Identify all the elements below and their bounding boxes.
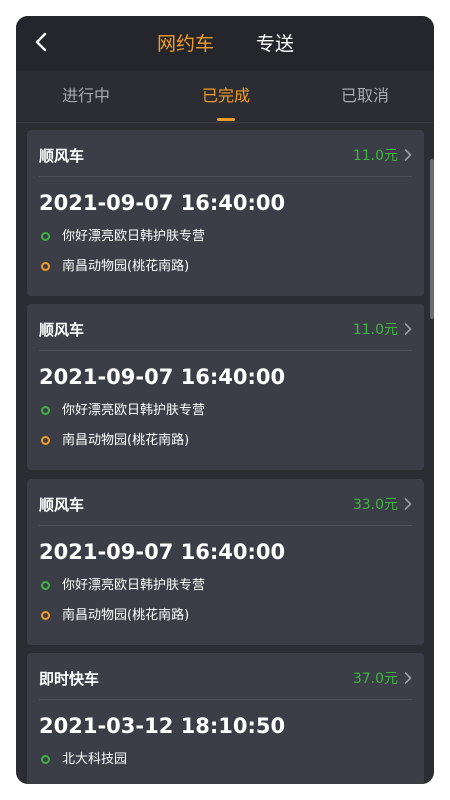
order-time: 2021-09-07 16:40:00	[39, 540, 286, 564]
card-divider	[39, 350, 412, 351]
top-bar: 网约车 专送	[16, 16, 434, 71]
order-start-point: 北大科技园	[41, 751, 127, 769]
start-point-text: 你好漂亮欧日韩护肤专营	[62, 578, 206, 593]
end-point-text: 南昌动物园(桃花南路)	[62, 433, 190, 448]
order-type: 顺风车	[39, 496, 85, 514]
order-price: 11.0元	[352, 148, 398, 164]
order-list[interactable]: 顺风车 11.0元 2021-09-07 16:40:00 你好漂亮欧日韩护肤专…	[16, 123, 434, 784]
order-card[interactable]: 顺风车 33.0元 2021-09-07 16:40:00 你好漂亮欧日韩护肤专…	[27, 479, 424, 645]
order-start-point: 你好漂亮欧日韩护肤专营	[41, 577, 205, 595]
order-price: 33.0元	[352, 497, 398, 513]
order-time: 2021-09-07 16:40:00	[39, 191, 286, 215]
start-point-text: 北大科技园	[62, 752, 128, 767]
start-point-dot-icon	[41, 231, 50, 241]
order-type: 顺风车	[39, 321, 85, 339]
start-point-text: 你好漂亮欧日韩护肤专营	[62, 403, 206, 418]
order-type: 顺风车	[39, 147, 85, 165]
back-chevron-icon	[35, 32, 47, 52]
order-card[interactable]: 顺风车 11.0元 2021-09-07 16:40:00 你好漂亮欧日韩护肤专…	[27, 130, 424, 296]
order-time: 2021-09-07 16:40:00	[39, 365, 286, 389]
order-end-point: 南昌动物园(桃花南路)	[41, 258, 189, 276]
order-time: 2021-03-12 18:10:50	[39, 714, 286, 738]
tab-in-progress[interactable]: 进行中	[26, 86, 146, 106]
tab-cancelled[interactable]: 已取消	[305, 86, 425, 106]
card-divider	[39, 525, 412, 526]
order-start-point: 你好漂亮欧日韩护肤专营	[41, 402, 205, 420]
order-type: 即时快车	[39, 670, 100, 688]
start-point-dot-icon	[41, 580, 50, 590]
app-screen: 网约车 专送 进行中 已完成 已取消 顺风车 11.0元 2021-09-07 …	[16, 16, 434, 784]
back-button[interactable]	[30, 28, 54, 56]
order-price: 11.0元	[352, 322, 398, 338]
end-point-dot-icon	[41, 610, 50, 620]
list-scrollbar[interactable]	[430, 159, 434, 319]
chevron-right-icon	[404, 323, 412, 335]
chevron-right-icon	[404, 498, 412, 510]
start-point-dot-icon	[41, 754, 50, 764]
order-price: 37.0元	[352, 671, 398, 687]
start-point-text: 你好漂亮欧日韩护肤专营	[62, 229, 206, 244]
end-point-dot-icon	[41, 435, 50, 445]
order-start-point: 你好漂亮欧日韩护肤专营	[41, 228, 205, 246]
order-end-point: 南昌动物园(桃花南路)	[41, 432, 189, 450]
order-card[interactable]: 即时快车 37.0元 2021-03-12 18:10:50 北大科技园	[27, 653, 424, 784]
end-point-text: 南昌动物园(桃花南路)	[62, 259, 190, 274]
start-point-dot-icon	[41, 405, 50, 415]
card-divider	[39, 699, 412, 700]
segment-delivery[interactable]: 专送	[256, 32, 294, 56]
order-card[interactable]: 顺风车 11.0元 2021-09-07 16:40:00 你好漂亮欧日韩护肤专…	[27, 304, 424, 470]
order-end-point: 南昌动物园(桃花南路)	[41, 607, 189, 625]
order-status-tabs: 进行中 已完成 已取消	[16, 71, 434, 123]
chevron-right-icon	[404, 149, 412, 161]
end-point-dot-icon	[41, 261, 50, 271]
order-end-point	[41, 781, 62, 784]
end-point-text: 南昌动物园(桃花南路)	[62, 608, 190, 623]
card-divider	[39, 176, 412, 177]
segment-ride-hailing[interactable]: 网约车	[157, 32, 214, 56]
chevron-right-icon	[404, 672, 412, 684]
tab-completed[interactable]: 已完成	[166, 86, 286, 106]
active-tab-indicator	[217, 118, 235, 121]
